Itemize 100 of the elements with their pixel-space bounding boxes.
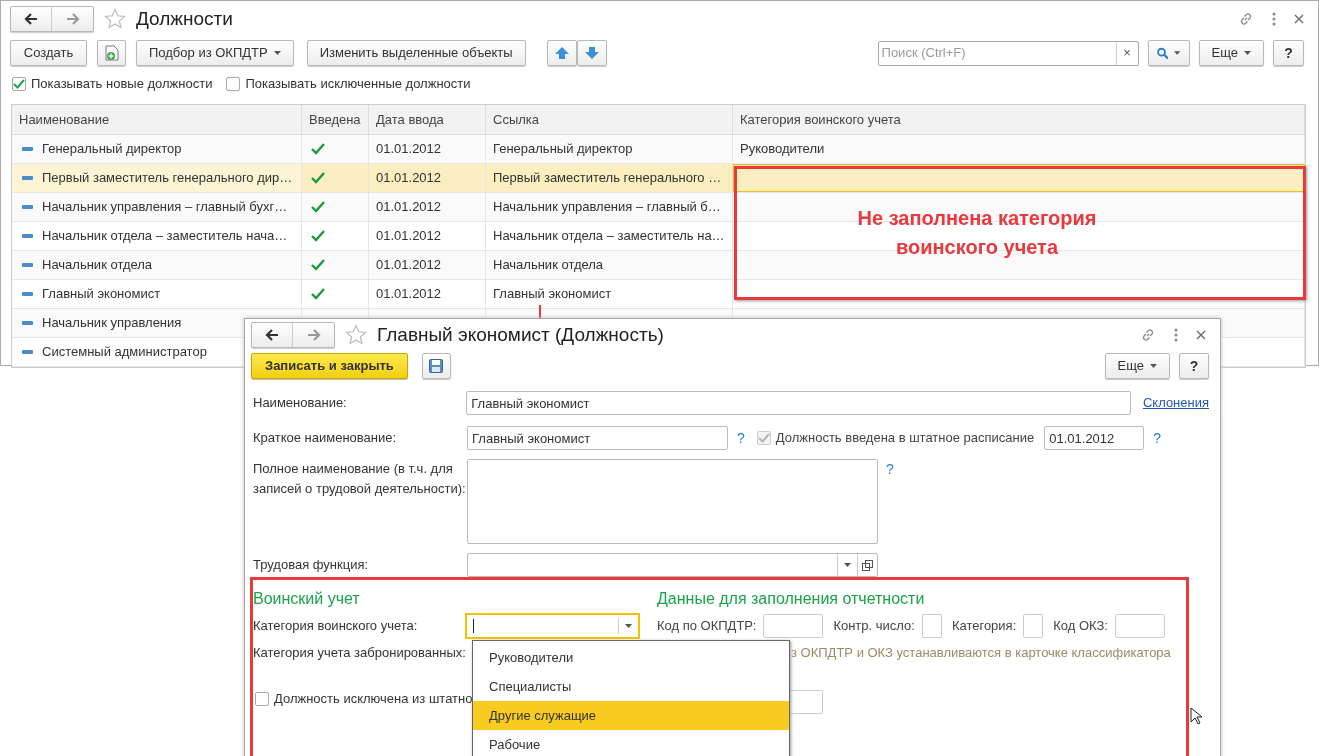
more-button[interactable]: Еще (1198, 40, 1264, 66)
dash-icon (22, 263, 33, 267)
checkbox[interactable] (255, 692, 269, 706)
table-cell-text: Главный экономист (42, 285, 161, 304)
caret-icon (1150, 364, 1157, 368)
window-title: Должности (136, 6, 234, 31)
table-cell-text: Системный администратор (42, 343, 207, 362)
close-icon[interactable] (1196, 330, 1206, 340)
search-button[interactable] (1147, 40, 1190, 66)
table-cell-text: Генеральный директор (493, 140, 633, 159)
declensions-link[interactable]: Склонения (1142, 393, 1209, 413)
text-field[interactable] (763, 614, 824, 638)
document-plus-icon (104, 45, 119, 61)
caret-icon (625, 624, 632, 628)
column-header[interactable]: Ссылка (486, 105, 733, 134)
table-cell-text: 01.01.2012 (376, 227, 442, 246)
column-header[interactable]: Введена (302, 105, 369, 134)
star-icon (104, 8, 126, 30)
search-icon (1156, 46, 1169, 60)
table-cell-text: Главный экономист (493, 285, 612, 304)
table-cell-text: Генеральный директор (42, 140, 182, 159)
field-label: Краткое наименование: (253, 429, 398, 448)
table-cell-text: 01.01.2012 (376, 256, 442, 275)
move-down-button[interactable] (576, 40, 607, 66)
field-label: Наименование: (253, 394, 348, 413)
section-heading: Данные для заполнения отчетности (657, 589, 925, 609)
dropdown-option[interactable]: Другие служащие (473, 701, 789, 730)
checkmark-icon (13, 79, 25, 89)
back-arrow-icon (24, 13, 38, 25)
help-hint[interactable]: ? (737, 427, 745, 449)
edit-selected-button[interactable]: Изменить выделенные объекты (306, 40, 526, 66)
move-up-button[interactable] (546, 40, 577, 66)
text-field[interactable] (921, 614, 942, 638)
dropdown-option[interactable]: Рабочие (473, 730, 789, 756)
text-field[interactable] (1115, 614, 1165, 638)
table-cell-text: Начальник отдела – заместитель нача… (42, 227, 288, 246)
checkbox[interactable] (226, 77, 241, 91)
column-header[interactable]: Дата ввода (369, 105, 486, 134)
caret-icon (273, 51, 281, 55)
dash-icon (22, 176, 33, 180)
open-window-icon (862, 559, 873, 571)
text-field[interactable]: Главный экономист (466, 391, 1131, 415)
dash-icon (22, 350, 33, 354)
table-cell-text: 01.01.2012 (376, 198, 442, 217)
table-cell-text: Начальник управления (42, 314, 182, 333)
star-icon (345, 324, 367, 346)
table-cell-text: Начальник отдела (42, 256, 153, 275)
column-header[interactable]: Наименование (12, 105, 302, 134)
dropdown-option[interactable]: Руководители (473, 643, 789, 672)
caret-icon (1244, 51, 1251, 55)
help-button[interactable]: ? (1179, 353, 1209, 379)
dialog-title: Главный экономист (Должность) (377, 322, 665, 347)
table-cell-text: Первый заместитель генерального дир… (42, 169, 293, 188)
table-cell-text: 01.01.2012 (376, 169, 442, 188)
help-button[interactable]: ? (1273, 40, 1304, 66)
text-area[interactable] (467, 459, 878, 544)
search-field[interactable]: Поиск (Ctrl+F) × (877, 40, 1139, 66)
back-arrow-icon (265, 329, 279, 341)
checkbox-label: Показывать новые должности (31, 75, 213, 94)
checkbox-label: Показывать исключенные должности (245, 75, 471, 94)
more-button[interactable]: Еще (1104, 353, 1170, 379)
checkbox[interactable] (12, 77, 26, 91)
table-cell-text: 01.01.2012 (376, 140, 442, 159)
table-cell-text: 01.01.2012 (376, 285, 442, 304)
down-arrow-icon (584, 47, 599, 59)
close-icon[interactable] (1294, 14, 1304, 24)
field-label: Код ОКЗ: (1053, 617, 1108, 636)
more-vertical-icon[interactable] (1174, 328, 1178, 342)
text-field[interactable]: Главный экономист (467, 426, 728, 450)
column-header[interactable]: Категория воинского учета (733, 105, 1305, 134)
section-heading: Воинский учет (253, 589, 361, 609)
table-cell-text: Руководители (740, 140, 825, 159)
table-cell-text: Первый заместитель генерального … (493, 169, 722, 188)
mouse-pointer-icon (1190, 707, 1202, 725)
dropdown-field[interactable] (467, 553, 878, 577)
checkbox-label: Должность исключена из штатно (274, 690, 473, 709)
pick-button[interactable]: Подбор из ОКПДТР (136, 40, 294, 66)
add-document-button[interactable] (97, 40, 126, 66)
dropdown-option[interactable]: Специалисты (473, 672, 789, 701)
forward-arrow-icon (306, 329, 321, 341)
save-button[interactable] (421, 353, 451, 379)
create-button[interactable]: Создать (10, 40, 87, 66)
text-field[interactable] (1023, 614, 1044, 638)
dash-icon (22, 321, 33, 325)
up-arrow-icon (554, 47, 569, 59)
selected-cell[interactable] (733, 164, 1305, 192)
dash-icon (22, 292, 33, 296)
dash-icon (22, 234, 33, 238)
more-vertical-icon[interactable] (1272, 12, 1276, 26)
caret-icon (1174, 51, 1181, 55)
table-cell-text: Начальник отдела – заместитель на… (493, 227, 725, 246)
save-and-close-button[interactable]: Записать и закрыть (251, 353, 408, 379)
combo-box[interactable] (465, 613, 640, 639)
help-hint[interactable]: ? (886, 459, 894, 480)
caret-icon (844, 563, 851, 567)
forward-arrow-icon (65, 13, 80, 25)
link-icon[interactable] (1238, 11, 1254, 27)
link-icon[interactable] (1140, 327, 1156, 343)
field-label: Категория: (951, 617, 1017, 636)
clear-button[interactable]: × (1115, 41, 1138, 65)
